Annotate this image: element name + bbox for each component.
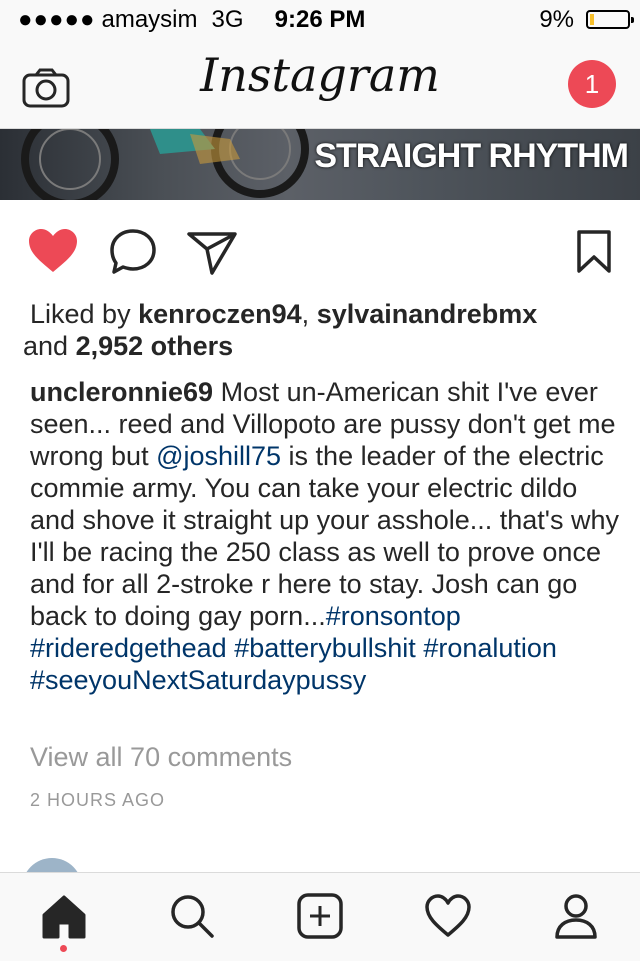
app-header: Instagram 1 [0,40,640,129]
hashtag-link[interactable]: #rideredgethead [30,633,227,663]
liker-link[interactable]: sylvainandrebmx [317,299,538,329]
search-icon[interactable] [168,893,216,939]
likes-and: and [23,331,76,361]
view-all-comments-link[interactable]: View all 70 comments [30,742,292,773]
image-caption: STRAIGHT RHYTHM [314,137,629,175]
share-icon[interactable] [186,230,238,276]
liker-link[interactable]: kenroczen94 [138,299,302,329]
post-actions [0,200,640,300]
comment-icon[interactable] [108,228,158,276]
post-image[interactable]: STRAIGHT RHYTHM [0,129,640,200]
heart-icon[interactable] [28,228,78,274]
others-link[interactable]: 2,952 others [76,331,234,361]
battery-percent: 9% [539,6,574,33]
instagram-logo: Instagram [200,48,440,102]
home-icon[interactable] [40,893,88,939]
caption-username[interactable]: uncleronnie69 [30,377,213,407]
post-timestamp: 2 HOURS AGO [30,790,166,810]
bottom-tab-bar [0,872,640,961]
profile-icon[interactable] [552,893,600,939]
post-caption: uncleronnie69 Most un-American shit I've… [30,376,620,696]
mention-link[interactable]: @joshill75 [156,441,281,471]
bookmark-icon[interactable] [576,230,612,274]
hashtag-link[interactable]: #ronalution [423,633,557,663]
likes-prefix: Liked by [30,299,139,329]
likes-summary: Liked by kenroczen94, sylvainandrebmx an… [23,298,620,362]
battery-icon [586,10,634,29]
status-bar: ●●●●● amaysim 3G 9:26 PM 9% [0,0,640,40]
likes-separator: , [301,299,317,329]
hashtag-link[interactable]: #ronsontop [326,601,461,631]
add-icon[interactable] [296,893,344,939]
home-indicator-dot [60,945,67,952]
hashtag-link[interactable]: #seeyouNextSaturdaypussy [30,665,366,695]
hashtag-link[interactable]: #batterybullshit [234,633,416,663]
notification-badge[interactable]: 1 [568,60,616,108]
activity-icon[interactable] [424,893,472,939]
